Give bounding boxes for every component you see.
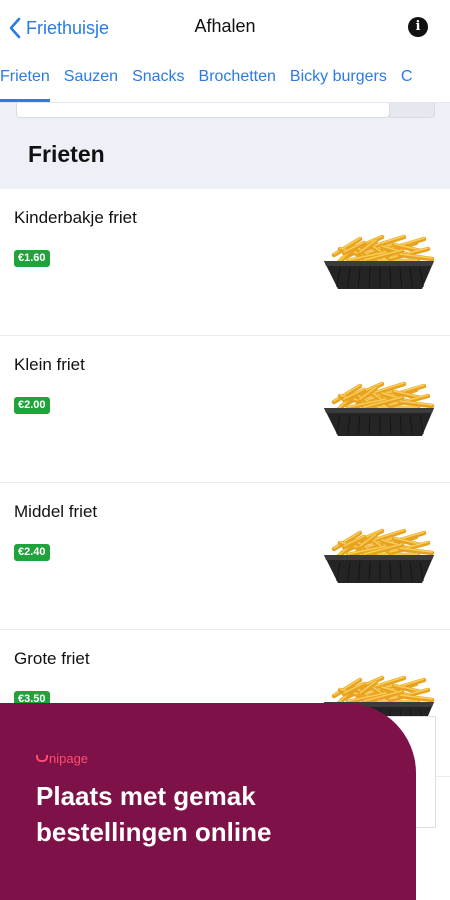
brand-logo-text: nipage (49, 751, 89, 766)
section-header: Frieten (0, 97, 450, 189)
tab-snacks[interactable]: Snacks (126, 54, 190, 102)
product-item[interactable]: Middel friet €2.40 (0, 483, 450, 630)
category-tabs: Frieten Sauzen Snacks Brochetten Bicky burge… (0, 54, 450, 103)
tab-sauzen[interactable]: Sauzen (58, 54, 124, 102)
product-name: Klein friet (14, 355, 85, 374)
tab-next-category[interactable]: C (395, 54, 419, 102)
tab-brochetten[interactable]: Brochetten (193, 54, 282, 102)
fries-image (324, 234, 435, 289)
info-icon[interactable]: i (408, 17, 428, 37)
product-name: Kinderbakje friet (14, 208, 137, 227)
fries-image (324, 381, 435, 436)
price-badge: €2.00 (14, 397, 50, 414)
app-screen: Friethuisje Afhalen i Frieten Sauzen Snack… (0, 0, 450, 900)
price-badge: €2.40 (14, 544, 50, 561)
brand-logo: nipage (36, 751, 88, 766)
price-badge: €1.60 (14, 250, 50, 267)
promo-headline-line: bestellingen online (36, 817, 272, 847)
product-item[interactable]: Klein friet €2.00 (0, 336, 450, 483)
promo-headline: Plaats met gemak bestellingen online (36, 778, 376, 850)
product-item[interactable]: Kinderbakje friet €1.60 (0, 189, 450, 336)
section-title: Frieten (28, 141, 105, 167)
product-name: Middel friet (14, 502, 98, 521)
promo-banner[interactable]: nipage Plaats met gemak bestellingen onl… (0, 703, 416, 900)
product-name: Grote friet (14, 649, 90, 668)
promo-headline-line: Plaats met gemak (36, 781, 256, 811)
top-navigation-bar: Friethuisje Afhalen i (0, 0, 450, 54)
tab-frieten[interactable]: Frieten (0, 54, 56, 102)
brand-logo-mark-icon (36, 755, 48, 762)
fries-image (324, 528, 435, 583)
tab-bicky-burgers[interactable]: Bicky burgers (284, 54, 393, 102)
page-title: Afhalen (194, 16, 256, 36)
